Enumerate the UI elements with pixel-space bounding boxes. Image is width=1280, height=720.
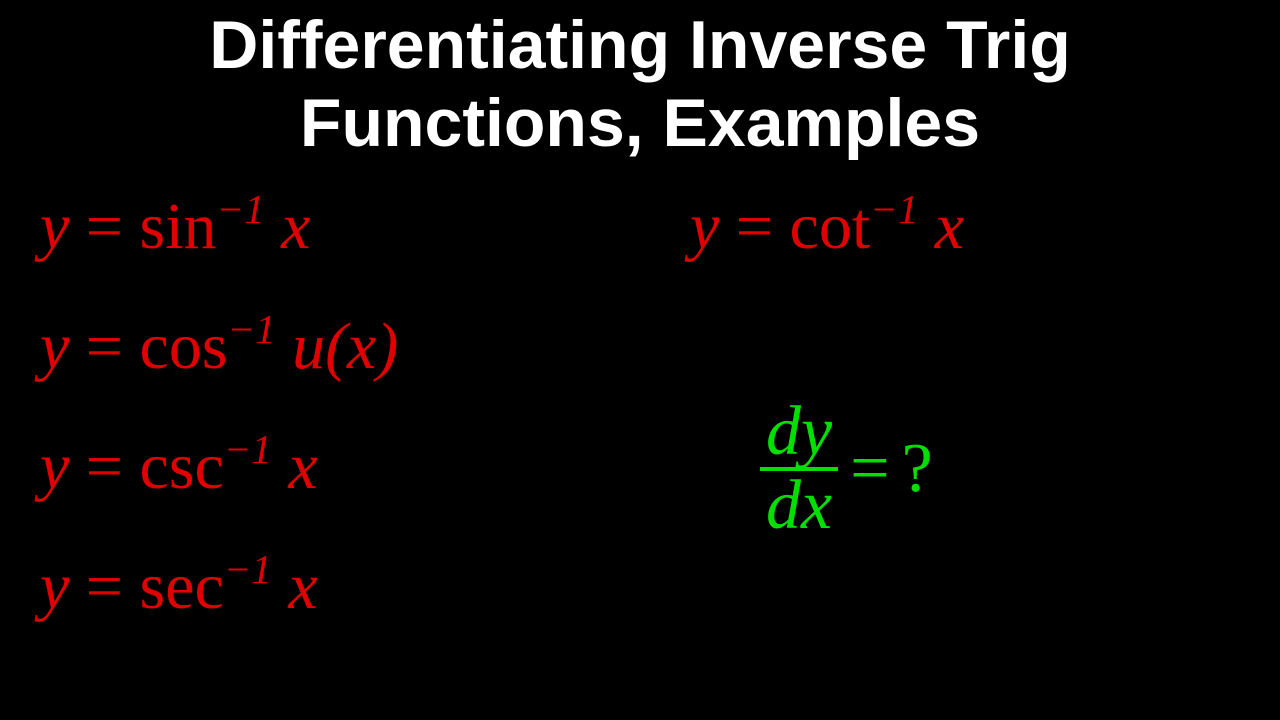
equation-arccsc: y = csc−1 x: [40, 432, 318, 500]
equation-arccot: y = cot−1 x: [690, 192, 964, 260]
title-line-2: Functions, Examples: [0, 84, 1280, 162]
title-line-1: Differentiating Inverse Trig: [0, 6, 1280, 84]
slide-title: Differentiating Inverse Trig Functions, …: [0, 0, 1280, 162]
equation-arccos: y = cos−1 u(x): [40, 312, 398, 380]
equation-arcsec: y = sec−1 x: [40, 552, 318, 620]
slide-content: y = sin−1 x y = cos−1 u(x) y = csc−1 x y…: [0, 162, 1280, 717]
fraction-dy-dx: dy dx: [760, 397, 838, 541]
derivative-prompt: dy dx =?: [760, 397, 933, 541]
equation-arcsin: y = sin−1 x: [40, 192, 310, 260]
